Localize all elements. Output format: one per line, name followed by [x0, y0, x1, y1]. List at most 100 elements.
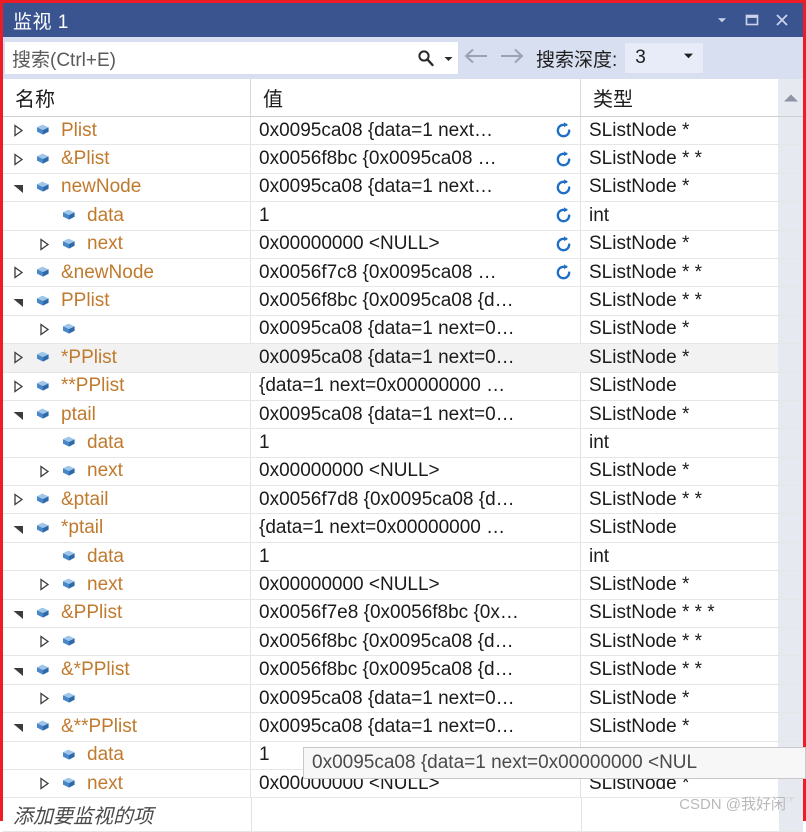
- scrollbar-track[interactable]: [778, 145, 803, 173]
- search-input[interactable]: 搜索(Ctrl+E): [6, 45, 413, 72]
- scrollbar-track[interactable]: [778, 344, 803, 372]
- watch-row[interactable]: Plist 0x0095ca08 {data=1 next… SListNode *: [3, 117, 803, 146]
- watch-row-name-cell[interactable]: PPlist: [3, 287, 251, 315]
- refresh-icon[interactable]: [550, 235, 576, 254]
- scrollbar-up-button[interactable]: [778, 79, 803, 116]
- scrollbar-track[interactable]: [778, 173, 803, 202]
- window-dropdown-button[interactable]: [707, 5, 737, 35]
- scrollbar-track[interactable]: [778, 429, 803, 457]
- watch-row[interactable]: &PPlist 0x0056f7e8 {0x0056f8bc {0x… SListN…: [3, 599, 803, 629]
- window-close-button[interactable]: [767, 5, 797, 35]
- scrollbar-track[interactable]: [778, 599, 803, 628]
- watch-row[interactable]: &**PPlist 0x0095ca08 {data=1 next=0… SList…: [3, 713, 803, 742]
- watch-row-name-cell[interactable]: next: [3, 457, 251, 486]
- watch-row-name-cell[interactable]: &newNode: [3, 258, 251, 287]
- chevron-down-icon[interactable]: [682, 49, 695, 67]
- watch-row-name-cell[interactable]: data: [3, 741, 251, 769]
- watch-row[interactable]: next 0x00000000 <NULL> SListNode *: [3, 571, 803, 600]
- scrollbar-track[interactable]: [778, 486, 803, 514]
- scrollbar-track[interactable]: [778, 117, 803, 145]
- scrollbar-track[interactable]: [778, 656, 803, 684]
- watch-row-value-cell[interactable]: 0x0095ca08 {data=1 next=0…: [251, 315, 581, 344]
- scrollbar-track[interactable]: [778, 230, 803, 258]
- watch-row[interactable]: 0x0095ca08 {data=1 next=0… SListNode *: [3, 684, 803, 714]
- watch-row-value-cell[interactable]: 1: [251, 202, 581, 230]
- watch-row-value-cell[interactable]: 0x0095ca08 {data=1 next=0…: [251, 684, 581, 713]
- watch-row-name-cell[interactable]: &**PPlist: [3, 713, 251, 741]
- watch-row-name-cell[interactable]: &Plist: [3, 145, 251, 173]
- search-back-button[interactable]: [458, 39, 494, 77]
- chevron-right-icon[interactable]: [33, 578, 55, 592]
- watch-row[interactable]: newNode 0x0095ca08 {data=1 next… SListNode…: [3, 173, 803, 203]
- triangle-down-icon[interactable]: [7, 522, 29, 535]
- scrollbar-track[interactable]: [778, 287, 803, 315]
- chevron-right-icon[interactable]: [33, 777, 55, 790]
- watch-row[interactable]: next 0x00000000 <NULL> SListNode *: [3, 457, 803, 487]
- search-options-dropdown[interactable]: [439, 53, 457, 64]
- watch-row-value-cell[interactable]: 0x0056f8bc {0x0095ca08 …: [251, 145, 581, 173]
- scrollbar-track[interactable]: [778, 713, 803, 741]
- watch-row-name-cell[interactable]: **PPlist: [3, 372, 251, 400]
- watch-row[interactable]: next 0x00000000 <NULL> SListNode *: [3, 230, 803, 259]
- refresh-icon[interactable]: [550, 263, 576, 282]
- scrollbar-track[interactable]: [778, 315, 803, 344]
- scrollbar-track[interactable]: [778, 457, 803, 486]
- chevron-right-icon[interactable]: [33, 465, 55, 478]
- refresh-icon[interactable]: [550, 178, 576, 197]
- triangle-down-icon[interactable]: [7, 720, 29, 733]
- watch-row-value-cell[interactable]: 0x00000000 <NULL>: [251, 571, 581, 599]
- scrollbar-track[interactable]: [778, 258, 803, 287]
- add-watch-item-placeholder[interactable]: 添加要监视的项: [3, 800, 153, 829]
- watch-row-value-cell[interactable]: 0x0056f8bc {0x0095ca08 {d…: [251, 628, 581, 656]
- watch-row[interactable]: PPlist 0x0056f8bc {0x0095ca08 {d… SListNod…: [3, 287, 803, 316]
- chevron-right-icon[interactable]: [33, 692, 55, 705]
- watch-row-value-cell[interactable]: 0x0095ca08 {data=1 next=0…: [251, 344, 581, 371]
- watch-row-name-cell[interactable]: [3, 684, 251, 713]
- watch-row[interactable]: &Plist 0x0056f8bc {0x0095ca08 … SListNode …: [3, 145, 803, 174]
- watch-row-name-cell[interactable]: newNode: [3, 173, 251, 202]
- watch-row-value-cell[interactable]: 0x0095ca08 {data=1 next=0…: [251, 713, 581, 741]
- watch-row-value-cell[interactable]: 1: [251, 542, 581, 571]
- chevron-right-icon[interactable]: [33, 323, 55, 336]
- watch-row-name-cell[interactable]: [3, 628, 251, 656]
- watch-row-name-cell[interactable]: *ptail: [3, 514, 251, 542]
- watch-row[interactable]: data 1 int: [3, 202, 803, 231]
- watch-row-name-cell[interactable]: next: [3, 769, 251, 798]
- watch-row[interactable]: 0x0095ca08 {data=1 next=0… SListNode *: [3, 315, 803, 345]
- triangle-down-icon[interactable]: [7, 607, 29, 620]
- watch-row-name-cell[interactable]: *PPlist: [3, 344, 251, 371]
- watch-row-value-cell[interactable]: 0x0056f8bc {0x0095ca08 {d…: [251, 656, 581, 684]
- scrollbar-track[interactable]: [778, 514, 803, 542]
- watch-row-name-cell[interactable]: data: [3, 202, 251, 230]
- refresh-icon[interactable]: [550, 150, 576, 169]
- watch-row[interactable]: &*PPlist 0x0056f8bc {0x0095ca08 {d… SListN…: [3, 656, 803, 685]
- chevron-right-icon[interactable]: [33, 635, 55, 648]
- scrollbar-track[interactable]: [778, 202, 803, 230]
- watch-row-name-cell[interactable]: next: [3, 571, 251, 599]
- scrollbar-track[interactable]: [778, 400, 803, 429]
- triangle-down-icon[interactable]: [7, 295, 29, 308]
- watch-row[interactable]: **PPlist {data=1 next=0x00000000 … SListNo…: [3, 372, 803, 401]
- scrollbar-track[interactable]: [778, 628, 803, 656]
- watch-row[interactable]: ptail 0x0095ca08 {data=1 next=0… SListNode…: [3, 400, 803, 430]
- scrollbar-track[interactable]: [778, 684, 803, 713]
- scrollbar-track[interactable]: [778, 542, 803, 571]
- watch-row-name-cell[interactable]: &ptail: [3, 486, 251, 514]
- watch-row-value-cell[interactable]: 1: [251, 429, 581, 457]
- watch-row[interactable]: &newNode 0x0056f7c8 {0x0095ca08 … SListNod…: [3, 258, 803, 288]
- refresh-icon[interactable]: [550, 121, 576, 140]
- column-header-name[interactable]: 名称: [3, 79, 251, 116]
- scrollbar-track[interactable]: [778, 571, 803, 599]
- watch-row[interactable]: *ptail {data=1 next=0x00000000 … SListNode: [3, 514, 803, 543]
- refresh-icon[interactable]: [550, 206, 576, 225]
- watch-row-value-cell[interactable]: 0x0095ca08 {data=1 next…: [251, 117, 581, 145]
- column-header-type[interactable]: 类型: [581, 79, 778, 116]
- watch-row-name-cell[interactable]: &PPlist: [3, 599, 251, 628]
- chevron-right-icon[interactable]: [7, 152, 29, 166]
- watch-row-name-cell[interactable]: [3, 315, 251, 344]
- triangle-down-icon[interactable]: [7, 664, 29, 677]
- chevron-right-icon[interactable]: [7, 493, 29, 507]
- watch-row-value-cell[interactable]: {data=1 next=0x00000000 …: [251, 372, 581, 400]
- watch-row-value-cell[interactable]: 0x0056f7e8 {0x0056f8bc {0x…: [251, 599, 581, 628]
- watch-row-value-cell[interactable]: 0x00000000 <NULL>: [251, 457, 581, 486]
